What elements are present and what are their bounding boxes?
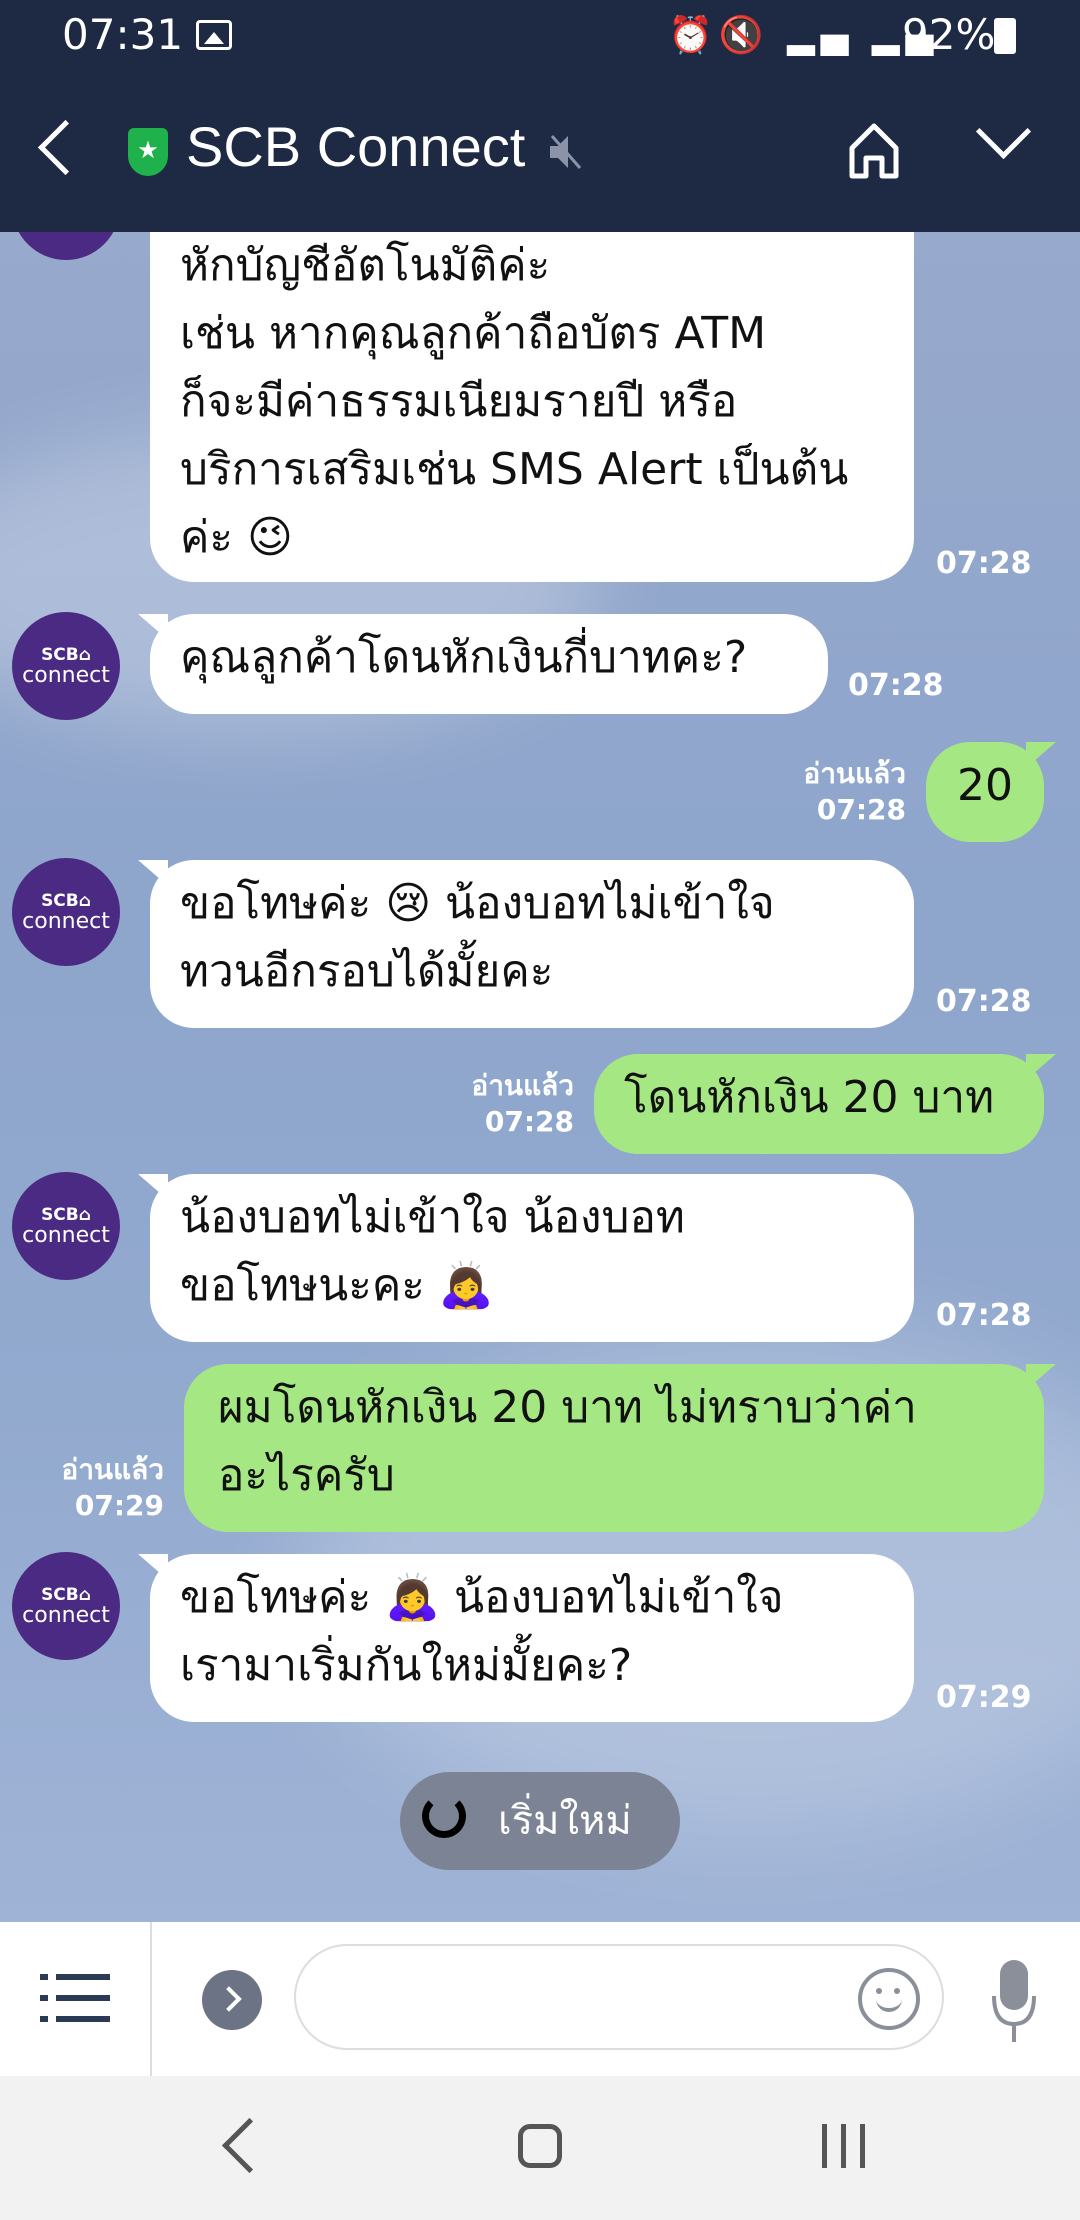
message-bubble[interactable]: ขอโทษค่ะ 🙇‍♀️ น้องบอทไม่เข้าใจ เรามาเริ่…	[138, 1554, 914, 1722]
chat-title[interactable]: SCB Connect	[186, 114, 525, 179]
message-bubble[interactable]: โดนหักเงิน 20 บาท	[594, 1054, 1056, 1154]
nav-recent-apps-icon[interactable]	[822, 2124, 866, 2168]
emoji-icon[interactable]	[858, 1968, 920, 2030]
message-read-status: อ่านแล้ว 07:28	[471, 1069, 574, 1138]
status-icons: ⏰🔇 ▂▄ ▂▄	[668, 15, 940, 56]
bot-avatar[interactable]: SCB⌂ connect	[12, 1552, 120, 1660]
nav-home-icon[interactable]	[518, 2124, 562, 2168]
message-bubble[interactable]: ขอโทษค่ะ 😢 น้องบอทไม่เข้าใจ ทวนอีกรอบได้…	[138, 860, 914, 1028]
expand-icon[interactable]	[202, 1970, 262, 2030]
battery-percent: 92%	[902, 10, 996, 59]
input-bar	[0, 1922, 1080, 2076]
message-time: 07:28	[936, 546, 1032, 581]
message-read-status: อ่านแล้ว 07:28	[803, 757, 906, 826]
nav-back-icon[interactable]	[221, 2117, 278, 2174]
status-time: 07:31	[62, 10, 184, 59]
microphone-icon[interactable]	[992, 1956, 1036, 2046]
battery-icon	[994, 18, 1016, 54]
bot-avatar[interactable]: SCB⌂ connect	[12, 1172, 120, 1280]
message-time: 07:28	[848, 668, 944, 703]
system-nav-bar	[0, 2076, 1080, 2220]
message-bubble[interactable]: ผมโดนหักเงิน 20 บาท ไม่ทราบว่าค่า อะไรคร…	[184, 1364, 1056, 1532]
chevron-down-icon[interactable]	[975, 103, 1032, 160]
chat-area[interactable]: SCB⌂ connect หักบัญชีอัตโนมัติค่ะ เช่น ห…	[0, 232, 1080, 1922]
chat-header: ★ SCB Connect	[0, 72, 1080, 232]
bot-avatar[interactable]: SCB⌂ connect	[12, 858, 120, 966]
message-read-status: อ่านแล้ว 07:29	[61, 1453, 164, 1522]
menu-list-icon[interactable]	[40, 1968, 110, 2028]
divider	[150, 1922, 152, 2076]
message-bubble[interactable]: 20	[926, 742, 1056, 842]
home-icon[interactable]	[846, 120, 902, 180]
message-time: 07:29	[936, 1680, 1032, 1715]
mute-icon	[550, 135, 582, 169]
message-time: 07:28	[936, 1298, 1032, 1333]
message-bubble[interactable]: คุณลูกค้าโดนหักเงินกี่บาทคะ?	[138, 614, 828, 714]
message-bubble[interactable]: หักบัญชีอัตโนมัติค่ะ เช่น หากคุณลูกค้าถื…	[138, 232, 914, 582]
back-icon[interactable]	[37, 119, 94, 176]
message-time: 07:28	[936, 984, 1032, 1019]
bot-avatar[interactable]: SCB⌂ connect	[12, 232, 120, 260]
image-icon	[196, 20, 232, 50]
shield-star-icon: ★	[128, 128, 168, 176]
message-bubble[interactable]: น้องบอทไม่เข้าใจ น้องบอท ขอโทษนะคะ 🙇‍♀️	[138, 1174, 914, 1342]
bot-avatar[interactable]: SCB⌂ connect	[12, 612, 120, 720]
message-input[interactable]	[294, 1944, 944, 2050]
refresh-icon	[422, 1794, 466, 1838]
restart-button[interactable]: เริ่มใหม่	[400, 1772, 680, 1870]
status-bar: 07:31 ⏰🔇 ▂▄ ▂▄ 92%	[0, 0, 1080, 72]
